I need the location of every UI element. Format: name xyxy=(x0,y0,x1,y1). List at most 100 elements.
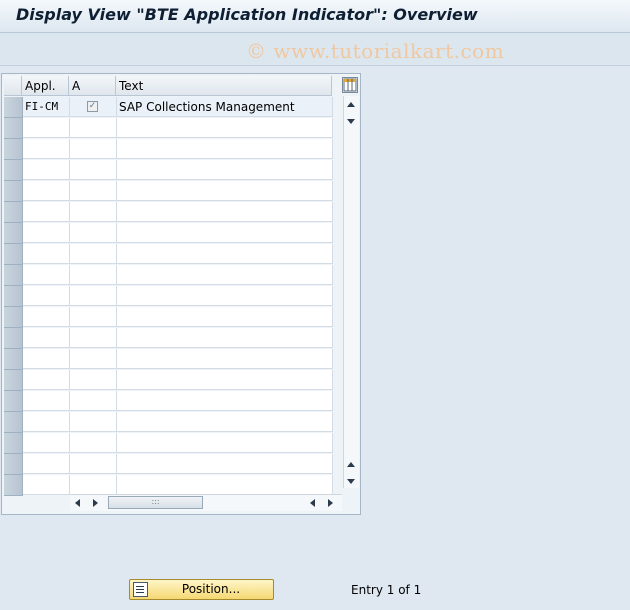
empty-cell xyxy=(23,160,70,180)
table-row[interactable] xyxy=(4,328,333,349)
empty-cell xyxy=(70,349,117,369)
empty-cell xyxy=(70,454,117,474)
empty-cell xyxy=(23,286,70,306)
row-selector[interactable] xyxy=(4,286,23,307)
select-all-header[interactable] xyxy=(4,76,22,96)
row-selector[interactable] xyxy=(4,349,23,370)
scroll-left-icon[interactable] xyxy=(75,499,80,507)
empty-cell xyxy=(23,139,70,159)
empty-cell xyxy=(117,265,333,285)
table-row[interactable] xyxy=(4,370,333,391)
empty-cell xyxy=(23,265,70,285)
row-selector[interactable] xyxy=(4,307,23,328)
row-selector[interactable] xyxy=(4,202,23,223)
table-settings-icon[interactable] xyxy=(342,77,358,93)
empty-cell xyxy=(70,370,117,390)
cell-active: ✓ xyxy=(70,97,117,117)
row-selector[interactable] xyxy=(4,244,23,265)
table-row[interactable] xyxy=(4,433,333,454)
empty-cell xyxy=(117,139,333,159)
empty-cell xyxy=(23,244,70,264)
empty-cell xyxy=(117,160,333,180)
position-button[interactable]: Position... xyxy=(129,579,274,600)
row-selector[interactable] xyxy=(4,139,23,160)
entry-counter: Entry 1 of 1 xyxy=(351,583,422,597)
empty-cell xyxy=(117,181,333,201)
cell-text: SAP Collections Management xyxy=(117,97,333,117)
table-row[interactable] xyxy=(4,223,333,244)
row-selector[interactable] xyxy=(4,370,23,391)
empty-cell xyxy=(117,370,333,390)
empty-cell xyxy=(117,244,333,264)
row-selector[interactable] xyxy=(4,412,23,433)
empty-cell xyxy=(70,118,117,138)
row-selector[interactable] xyxy=(4,265,23,286)
table-row[interactable] xyxy=(4,160,333,181)
table-row[interactable] xyxy=(4,454,333,475)
empty-cell xyxy=(70,181,117,201)
empty-cell xyxy=(117,328,333,348)
table-row[interactable] xyxy=(4,181,333,202)
empty-cell xyxy=(117,307,333,327)
scroll-page-up-icon[interactable] xyxy=(347,462,355,467)
empty-cell xyxy=(23,181,70,201)
row-selector[interactable] xyxy=(4,454,23,475)
table-row[interactable] xyxy=(4,118,333,139)
table-row[interactable]: FI-CM ✓ SAP Collections Management xyxy=(4,97,333,118)
row-selector[interactable] xyxy=(4,97,23,118)
scroll-up-icon[interactable] xyxy=(347,102,355,107)
empty-cell xyxy=(117,118,333,138)
row-selector[interactable] xyxy=(4,223,23,244)
column-header-active[interactable]: A xyxy=(69,76,116,96)
cell-appl: FI-CM xyxy=(23,97,70,117)
scroll-far-left-icon[interactable] xyxy=(310,499,315,507)
row-selector[interactable] xyxy=(4,433,23,454)
scroll-right-icon[interactable] xyxy=(93,499,98,507)
empty-cell xyxy=(70,202,117,222)
table-row[interactable] xyxy=(4,307,333,328)
row-selector[interactable] xyxy=(4,475,23,496)
empty-cell xyxy=(117,223,333,243)
row-selector[interactable] xyxy=(4,118,23,139)
empty-cell xyxy=(70,244,117,264)
window-title: Display View "BTE Application Indicator"… xyxy=(16,5,478,24)
empty-cell xyxy=(70,265,117,285)
empty-cell xyxy=(23,391,70,411)
horizontal-scrollbar[interactable]: ::: xyxy=(70,494,342,511)
empty-cell xyxy=(23,202,70,222)
empty-cell xyxy=(70,223,117,243)
empty-cell xyxy=(70,307,117,327)
empty-cell xyxy=(70,286,117,306)
table-row[interactable] xyxy=(4,265,333,286)
empty-cell xyxy=(23,307,70,327)
empty-cell xyxy=(70,160,117,180)
empty-cell xyxy=(23,328,70,348)
empty-cell xyxy=(23,475,70,495)
row-selector[interactable] xyxy=(4,160,23,181)
row-selector[interactable] xyxy=(4,328,23,349)
column-header-text[interactable]: Text xyxy=(116,76,332,96)
row-selector[interactable] xyxy=(4,391,23,412)
table-row[interactable] xyxy=(4,139,333,160)
column-header-appl[interactable]: Appl. xyxy=(22,76,69,96)
empty-cell xyxy=(23,118,70,138)
row-selector[interactable] xyxy=(4,181,23,202)
scroll-far-right-icon[interactable] xyxy=(328,499,333,507)
empty-cell xyxy=(117,412,333,432)
table-row[interactable] xyxy=(4,475,333,496)
table-row[interactable] xyxy=(4,412,333,433)
scroll-page-down-icon[interactable] xyxy=(347,479,355,484)
empty-cell xyxy=(117,475,333,495)
table-control: Appl. A Text FI-CM ✓ SAP Collections Man… xyxy=(1,73,361,515)
empty-cell xyxy=(70,433,117,453)
table-row[interactable] xyxy=(4,391,333,412)
empty-cell xyxy=(70,139,117,159)
table-row[interactable] xyxy=(4,202,333,223)
table-row[interactable] xyxy=(4,286,333,307)
table-row[interactable] xyxy=(4,244,333,265)
title-bar: Display View "BTE Application Indicator"… xyxy=(0,0,630,33)
table-row[interactable] xyxy=(4,349,333,370)
vertical-scrollbar[interactable] xyxy=(343,96,359,488)
scroll-down-icon[interactable] xyxy=(347,119,355,124)
scroll-thumb[interactable]: ::: xyxy=(108,496,203,509)
